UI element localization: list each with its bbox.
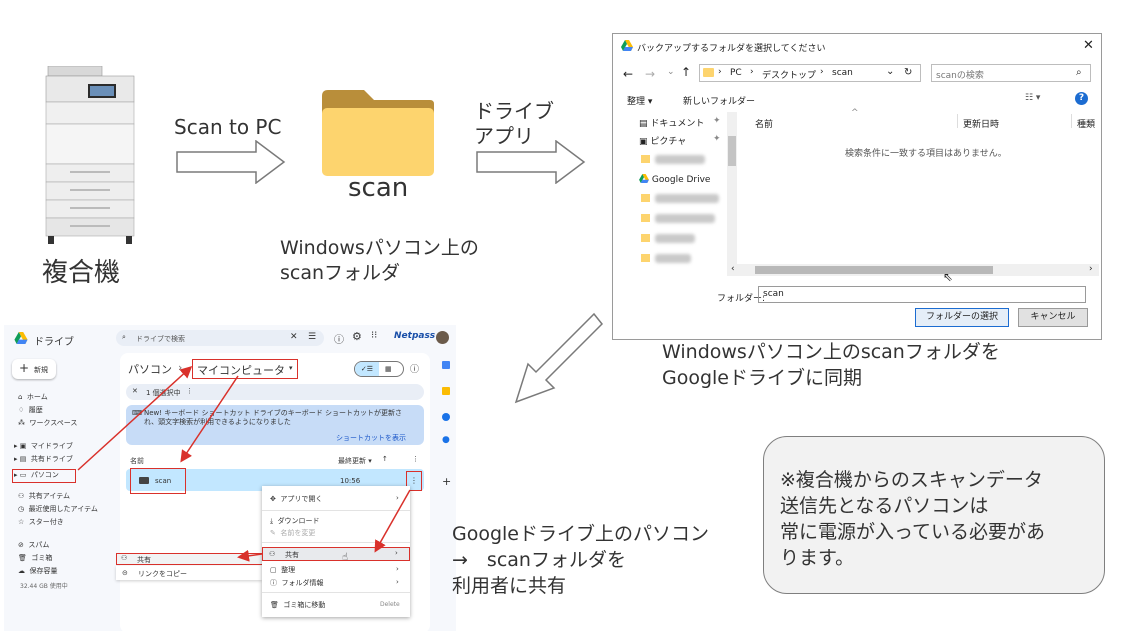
mfp-label: 複合機: [42, 258, 121, 288]
search-icon: ⌕: [1076, 67, 1082, 78]
note-line-2: 送信先となるパソコンは: [780, 495, 989, 517]
folder-icon: [641, 234, 650, 242]
breadcrumb-desktop[interactable]: デスクトップ: [762, 68, 816, 81]
arrow-computers-to-breadcrumb: [77, 365, 193, 471]
close-icon[interactable]: ✕: [1083, 38, 1094, 53]
sort-arrow-icon: ^: [851, 108, 859, 118]
sync-caption-2: Googleドライブに同期: [662, 367, 863, 389]
column-type[interactable]: 種類: [1077, 117, 1095, 130]
picture-icon: ▣: [639, 137, 648, 147]
share-caption-2: → scanフォルダを: [452, 549, 626, 571]
arrow-more-to-share: [374, 489, 411, 553]
column-name[interactable]: 名前: [755, 117, 773, 130]
folder-icon: [703, 68, 714, 77]
arrow-right-1: [176, 140, 286, 184]
folder-icon: [641, 254, 650, 262]
sync-caption-1: Windowsパソコン上のscanフォルダを: [662, 341, 1000, 363]
folder-caption-1: Windowsパソコン上の: [280, 237, 479, 259]
new-folder-button[interactable]: 新しいフォルダー: [683, 94, 755, 107]
arrow-breadcrumb-to-scan: [180, 375, 239, 463]
pin-icon: ✦: [713, 134, 721, 144]
google-drive-icon: [621, 40, 633, 51]
nav-documents[interactable]: ▤ ドキュメント: [639, 116, 704, 129]
google-drive-icon: [639, 174, 649, 183]
help-icon[interactable]: ?: [1075, 92, 1088, 105]
dialog-cancel-button[interactable]: キャンセル: [1018, 308, 1088, 327]
folder-caption-2: scanフォルダ: [280, 262, 401, 284]
document-icon: ▤: [639, 119, 648, 129]
share-caption-1: Googleドライブ上のパソコン: [452, 523, 710, 545]
nav-scrollbar[interactable]: [727, 112, 737, 276]
folder-name-input[interactable]: scan: [758, 286, 1086, 303]
nav-google-drive[interactable]: Google Drive: [639, 174, 710, 185]
arrow-right-2: [476, 140, 586, 184]
note-line-4: ります。: [780, 547, 855, 569]
horizontal-scrollbar[interactable]: ‹ ›: [727, 264, 1099, 276]
scan-folder-icon: [320, 88, 436, 178]
organize-button[interactable]: 整理 ▾: [627, 94, 652, 107]
back-icon[interactable]: ←: [623, 67, 633, 81]
column-modified[interactable]: 更新日時: [963, 117, 999, 130]
refresh-icon[interactable]: ↻: [904, 67, 912, 78]
arrow-down-left: [514, 312, 604, 404]
mfp-illustration: [40, 65, 140, 244]
breadcrumb-pc[interactable]: PC: [730, 68, 742, 78]
address-bar[interactable]: › PC › デスクトップ › scan ⌄ ↻: [699, 64, 921, 82]
view-options-icon[interactable]: ☷ ▾: [1025, 93, 1040, 103]
scan-to-pc-label: Scan to PC: [174, 115, 282, 139]
chevron-down-icon[interactable]: ⌄: [886, 66, 894, 77]
dialog-title: バックアップするフォルダを選択してください: [637, 44, 826, 54]
arrow-share-to-submenu: [237, 549, 263, 562]
up-icon[interactable]: ↑: [681, 65, 691, 79]
folder-picker-dialog: バックアップするフォルダを選択してください ✕ ← → ⌄ ↑ › PC › デ…: [612, 33, 1102, 340]
folder-icon: [641, 214, 650, 222]
note-line-1: ※複合機からのスキャンデータ: [780, 469, 1043, 491]
share-caption-3: 利用者に共有: [452, 575, 567, 597]
select-folder-button[interactable]: フォルダーの選択: [915, 308, 1009, 327]
pin-icon: ✦: [713, 116, 721, 126]
nav-pictures[interactable]: ▣ ピクチャ: [639, 134, 686, 147]
forward-icon[interactable]: →: [645, 67, 655, 81]
folder-icon: [641, 194, 650, 202]
scan-folder-name: scan: [348, 173, 409, 203]
empty-message: 検索条件に一致する項目はありません。: [845, 149, 1007, 159]
breadcrumb-scan[interactable]: scan: [832, 68, 853, 78]
chevron-down-icon[interactable]: ⌄: [667, 67, 675, 77]
note-line-3: 常に電源が入っている必要があ: [780, 521, 1046, 543]
dialog-search-input[interactable]: scanの検索 ⌕: [931, 64, 1091, 82]
folder-icon: [641, 155, 650, 163]
nav-computers-highlight: [12, 469, 76, 483]
note-box: ※複合機からのスキャンデータ 送信先となるパソコンは 常に電源が入っている必要が…: [763, 436, 1105, 594]
mouse-cursor-icon: ⇖: [943, 270, 954, 284]
